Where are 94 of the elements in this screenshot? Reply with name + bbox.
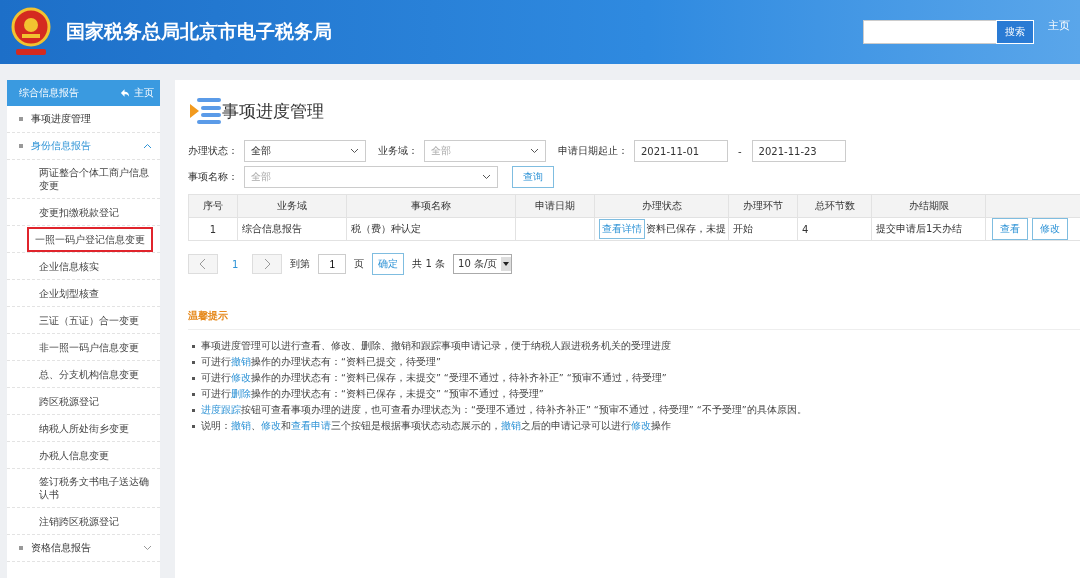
tip-link[interactable]: 进度跟踪 — [201, 403, 241, 415]
query-button[interactable]: 查询 — [512, 166, 554, 188]
tips-title: 温馨提示 — [188, 309, 1080, 330]
dropdown-field[interactable]: 全部 — [244, 140, 366, 162]
table-cell: 税（费）种认定 — [346, 217, 516, 241]
column-header: 办结期限 — [871, 194, 986, 218]
tip-text: 可进行删除操作的办理状态有：“资料已保存，未提交” “预审不通过，待受理” — [201, 387, 544, 401]
bullet-icon — [192, 376, 195, 380]
tip-link[interactable]: 修改 — [231, 371, 251, 383]
bullet-icon — [192, 424, 195, 428]
view-details-button[interactable]: 查看详情 — [599, 219, 645, 239]
confirm-button[interactable]: 确定 — [372, 253, 405, 275]
filter-label: 事项名称： — [188, 170, 238, 184]
tip-link[interactable]: 修改 — [261, 419, 281, 431]
column-header: 申请日期 — [515, 194, 595, 218]
sidebar-subitem[interactable]: 跨区税源登记 — [39, 388, 99, 414]
tip-link[interactable]: 撤销 — [231, 355, 251, 367]
page-title: 事项进度管理 — [222, 99, 324, 123]
page-unit: 页 — [354, 257, 365, 271]
sidebar-subitem[interactable]: 两证整合个体工商户信息变更 — [39, 160, 152, 198]
bullet-icon — [192, 360, 195, 364]
sidebar-subitem[interactable]: 纳税人所处街乡变更 — [39, 415, 129, 441]
bullet-icon — [19, 546, 23, 550]
dropdown-caret-icon — [482, 174, 491, 180]
column-header: 业务域 — [237, 194, 347, 218]
sidebar-item[interactable]: 资格信息报告 — [31, 541, 143, 555]
page-link[interactable]: 1 — [226, 258, 245, 270]
sidebar-item[interactable]: 事项进度管理 — [31, 112, 152, 126]
page-number-field[interactable]: 1 — [318, 254, 347, 274]
action-button[interactable]: 查看 — [992, 218, 1028, 240]
column-header: 序号 — [188, 194, 238, 218]
bullet-icon — [19, 144, 23, 148]
sidebar-title: 综合信息报告 — [19, 86, 79, 100]
chevron-icon — [263, 258, 272, 270]
dropdown-field[interactable]: 全部 — [244, 166, 498, 188]
tip-link[interactable]: 修改 — [631, 419, 651, 431]
sidebar-subitem[interactable]: 签订税务文书电子送达确认书 — [39, 469, 152, 507]
tip-text: 可进行撤销操作的办理状态有：“资料已提交，待受理” — [201, 355, 441, 369]
tip-text: 进度跟踪按钮可查看事项办理的进度，也可查看办理状态为：“受理不通过，待补齐补正” “预审不通过，待受理” “不予受理”的具体原因。 — [201, 403, 807, 417]
sidebar-subitem[interactable]: 注销跨区税源登记 — [39, 508, 119, 534]
tip-text: 说明：撤销、修改和查看申请三个按钮是根据事项状态动态展示的，撤销之后的申请记录可以进行修改操作 — [201, 419, 671, 433]
dropdown-caret-icon — [350, 148, 359, 154]
filter-label: 业务域： — [378, 144, 418, 158]
previous-page-button[interactable] — [188, 254, 218, 274]
sidebar-item[interactable]: 身份信息报告 — [31, 139, 143, 153]
page-size-dropdown[interactable]: 10 条/页 — [453, 254, 513, 274]
back-icon — [120, 88, 130, 98]
tip-text: 可进行修改操作的办理状态有：“资料已保存，未提交” “受理不通过，待补齐补正” “预审不通过，待受理” — [201, 371, 667, 385]
filter-label: 申请日期起止： — [558, 144, 628, 158]
search-button[interactable]: 搜索 — [996, 20, 1034, 44]
tip-link[interactable]: 查看申请 — [291, 419, 331, 431]
sidebar-subitem[interactable]: 企业划型核查 — [39, 280, 99, 306]
column-header: 事项名称 — [346, 194, 516, 218]
dropdown-caret-icon — [530, 148, 539, 154]
chevron-icon — [199, 258, 207, 270]
table-cell: 4 — [797, 217, 872, 241]
total-count: 共 1 条 — [412, 257, 446, 271]
table-cell: 提交申请后1天办结 — [871, 217, 986, 241]
column-header: 总环节数 — [797, 194, 872, 218]
sidebar-subitem[interactable]: 三证（五证）合一变更 — [39, 307, 139, 333]
home-link[interactable]: 主页 — [1048, 18, 1070, 33]
tip-link[interactable]: 撤销 — [231, 419, 251, 431]
column-header: 办理状态 — [594, 194, 729, 218]
action-button[interactable]: 修改 — [1032, 218, 1068, 240]
table-cell: 综合信息报告 — [237, 217, 347, 241]
table-cell: 开始 — [728, 217, 798, 241]
date-separator: - — [738, 145, 742, 157]
search-field[interactable] — [863, 20, 996, 44]
tip-link[interactable]: 删除 — [231, 387, 251, 399]
bullet-icon — [192, 408, 195, 412]
dropdown-caret-icon — [503, 262, 510, 266]
bullet-icon — [192, 344, 195, 348]
sidebar-subitem[interactable]: 变更扣缴税款登记 — [39, 199, 119, 225]
site-title: 国家税务总局北京市电子税务局 — [66, 19, 333, 44]
table-cell: 资料已保存，未提 — [646, 223, 726, 234]
tip-link[interactable]: 撤销 — [501, 419, 521, 431]
table-cell: 1 — [188, 217, 238, 241]
bullet-icon — [192, 392, 195, 396]
tip-text: 事项进度管理可以进行查看、修改、删除、撤销和跟踪事项申请记录，便于纳税人跟进税务机关的受理进度 — [201, 339, 671, 353]
sidebar-subitem[interactable]: 企业信息核实 — [39, 253, 99, 279]
sidebar-subitem[interactable]: 总、分支机构信息变更 — [39, 361, 139, 387]
sidebar-subitem[interactable]: 一照一码户登记信息变更 — [29, 228, 151, 250]
list-icon — [188, 97, 222, 125]
filter-label: 办理状态： — [188, 144, 238, 158]
next-page-button[interactable] — [252, 254, 283, 274]
date-field[interactable]: 2021-11-01 — [634, 140, 728, 162]
sidebar-subitem[interactable]: 非一照一码户信息变更 — [39, 334, 139, 360]
bullet-icon — [19, 117, 23, 121]
dropdown-field[interactable]: 全部 — [424, 140, 546, 162]
column-header: 办理环节 — [728, 194, 798, 218]
goto-label: 到第 — [290, 257, 311, 271]
home-link[interactable]: 主页 — [120, 86, 154, 100]
date-field[interactable]: 2021-11-23 — [751, 140, 846, 162]
sidebar-subitem[interactable]: 办税人信息变更 — [39, 442, 109, 468]
